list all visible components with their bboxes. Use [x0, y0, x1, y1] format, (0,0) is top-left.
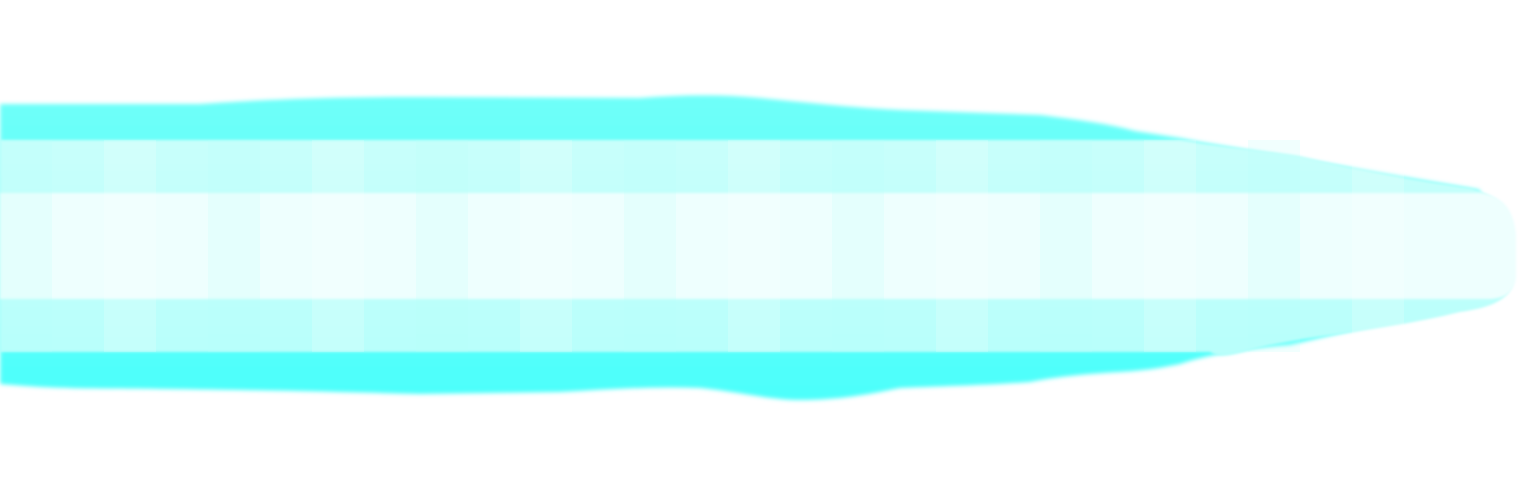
band-column — [832, 140, 884, 352]
band-column — [1248, 140, 1300, 352]
band-column — [936, 140, 988, 352]
band-column — [1040, 140, 1092, 352]
band-column — [104, 140, 156, 352]
band-column — [1352, 140, 1404, 352]
band-column — [1144, 140, 1196, 352]
band-column — [624, 140, 676, 352]
band-column — [312, 140, 364, 352]
band-column — [416, 140, 468, 352]
glow-beam-artwork — [0, 0, 1530, 499]
band-column — [0, 140, 52, 352]
band-column — [728, 140, 780, 352]
band-column — [520, 140, 572, 352]
band-column — [208, 140, 260, 352]
